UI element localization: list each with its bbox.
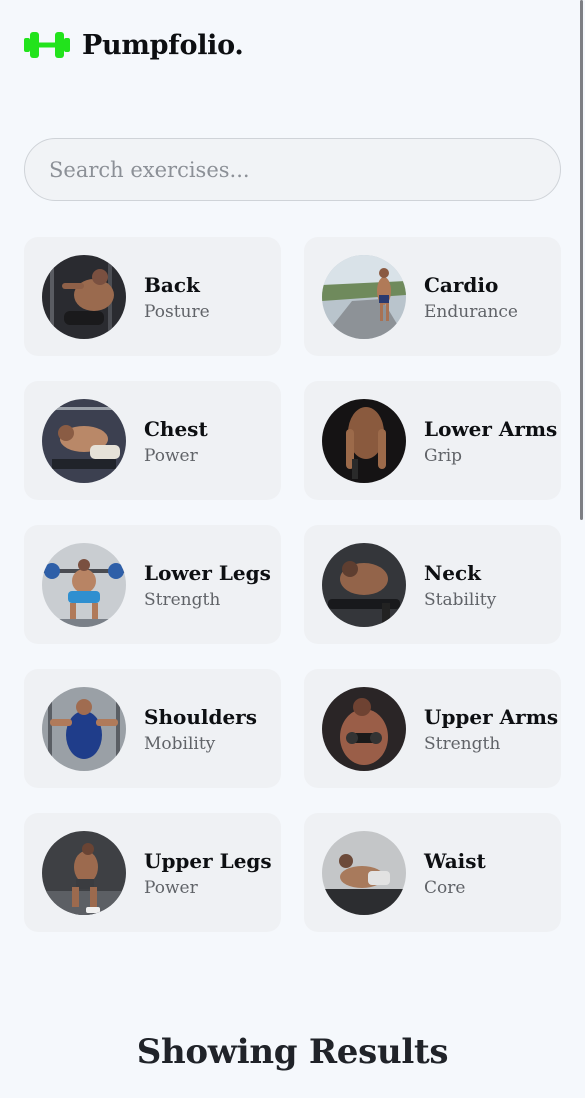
category-title: Upper Arms <box>424 705 559 729</box>
category-card-chest[interactable]: Chest Power <box>24 381 281 500</box>
scrollbar[interactable] <box>580 0 583 520</box>
app-header: Pumpfolio. <box>24 28 244 62</box>
category-title: Lower Legs <box>144 561 271 585</box>
back-photo <box>42 254 126 339</box>
upper-arms-photo <box>322 686 406 771</box>
lower-arms-photo <box>322 398 406 483</box>
category-card-shoulders[interactable]: Shoulders Mobility <box>24 669 281 788</box>
neck-photo <box>322 542 406 627</box>
category-subtitle: Strength <box>424 734 501 754</box>
category-subtitle: Power <box>144 878 198 898</box>
category-title: Back <box>144 273 200 297</box>
category-title: Shoulders <box>144 705 257 729</box>
lower-legs-photo <box>42 542 126 627</box>
dumbbell-icon <box>24 32 70 58</box>
category-card-upper-legs[interactable]: Upper Legs Power <box>24 813 281 932</box>
category-subtitle: Endurance <box>424 302 518 322</box>
category-title: Waist <box>424 849 486 873</box>
category-subtitle: Grip <box>424 446 463 466</box>
category-subtitle: Mobility <box>144 734 216 754</box>
category-subtitle: Core <box>424 878 466 898</box>
search-bar[interactable] <box>24 138 561 201</box>
category-subtitle: Power <box>144 446 198 466</box>
category-card-cardio[interactable]: Cardio Endurance <box>304 237 561 356</box>
category-subtitle: Strength <box>144 590 221 610</box>
category-card-waist[interactable]: Waist Core <box>304 813 561 932</box>
category-title: Lower Arms <box>424 417 558 441</box>
category-title: Cardio <box>424 273 499 297</box>
search-input[interactable] <box>49 157 560 182</box>
upper-legs-photo <box>42 830 126 915</box>
category-grid: Back Posture Cardio Endurance Chest Powe… <box>24 237 561 932</box>
results-heading: Showing Results <box>136 1032 449 1072</box>
chest-photo <box>42 398 126 483</box>
category-subtitle: Posture <box>144 302 210 322</box>
cardio-photo <box>322 254 406 339</box>
waist-photo <box>322 830 406 915</box>
category-title: Upper Legs <box>144 849 272 873</box>
category-card-lower-legs[interactable]: Lower Legs Strength <box>24 525 281 644</box>
shoulders-photo <box>42 686 126 771</box>
category-card-lower-arms[interactable]: Lower Arms Grip <box>304 381 561 500</box>
brand-name: Pumpfolio. <box>82 29 244 61</box>
category-subtitle: Stability <box>424 590 497 610</box>
category-title: Chest <box>144 417 208 441</box>
category-card-back[interactable]: Back Posture <box>24 237 281 356</box>
category-title: Neck <box>424 561 482 585</box>
category-card-neck[interactable]: Neck Stability <box>304 525 561 644</box>
category-card-upper-arms[interactable]: Upper Arms Strength <box>304 669 561 788</box>
